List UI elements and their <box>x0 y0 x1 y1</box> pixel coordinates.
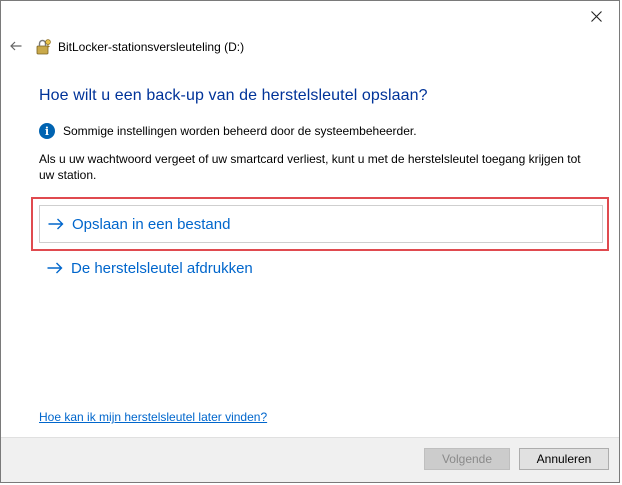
info-text: Sommige instellingen worden beheerd door… <box>63 124 417 138</box>
print-key-option[interactable]: De herstelsleutel afdrukken <box>39 257 253 279</box>
cancel-button[interactable]: Annuleren <box>519 448 609 470</box>
arrow-right-icon <box>48 218 64 230</box>
arrow-right-icon <box>47 262 63 274</box>
description-text: Als u uw wachtwoord vergeet of uw smartc… <box>39 152 581 182</box>
info-icon: i <box>39 123 55 139</box>
back-button[interactable] <box>1 35 31 59</box>
save-to-file-option[interactable]: Opslaan in een bestand <box>39 205 603 243</box>
help-link[interactable]: Hoe kan ik mijn herstelsleutel later vin… <box>39 410 267 424</box>
bitlocker-key-icon <box>35 38 53 56</box>
info-notice: i Sommige instellingen worden beheerd do… <box>39 123 417 139</box>
close-button[interactable] <box>573 1 619 31</box>
title-bar <box>1 1 619 33</box>
back-arrow-icon <box>10 38 22 56</box>
save-to-file-label: Opslaan in een bestand <box>72 215 231 233</box>
page-heading: Hoe wilt u een back-up van de herstelsle… <box>39 87 428 104</box>
next-button[interactable]: Volgende <box>424 448 510 470</box>
close-icon <box>590 10 602 22</box>
print-key-label: De herstelsleutel afdrukken <box>71 259 253 277</box>
window-title: BitLocker-stationsversleuteling (D:) <box>58 40 245 54</box>
bitlocker-dialog: BitLocker-stationsversleuteling (D:) Hoe… <box>0 0 620 483</box>
footer-bar: Volgende Annuleren <box>1 437 619 482</box>
navigation-row: BitLocker-stationsversleuteling (D:) <box>1 35 244 59</box>
